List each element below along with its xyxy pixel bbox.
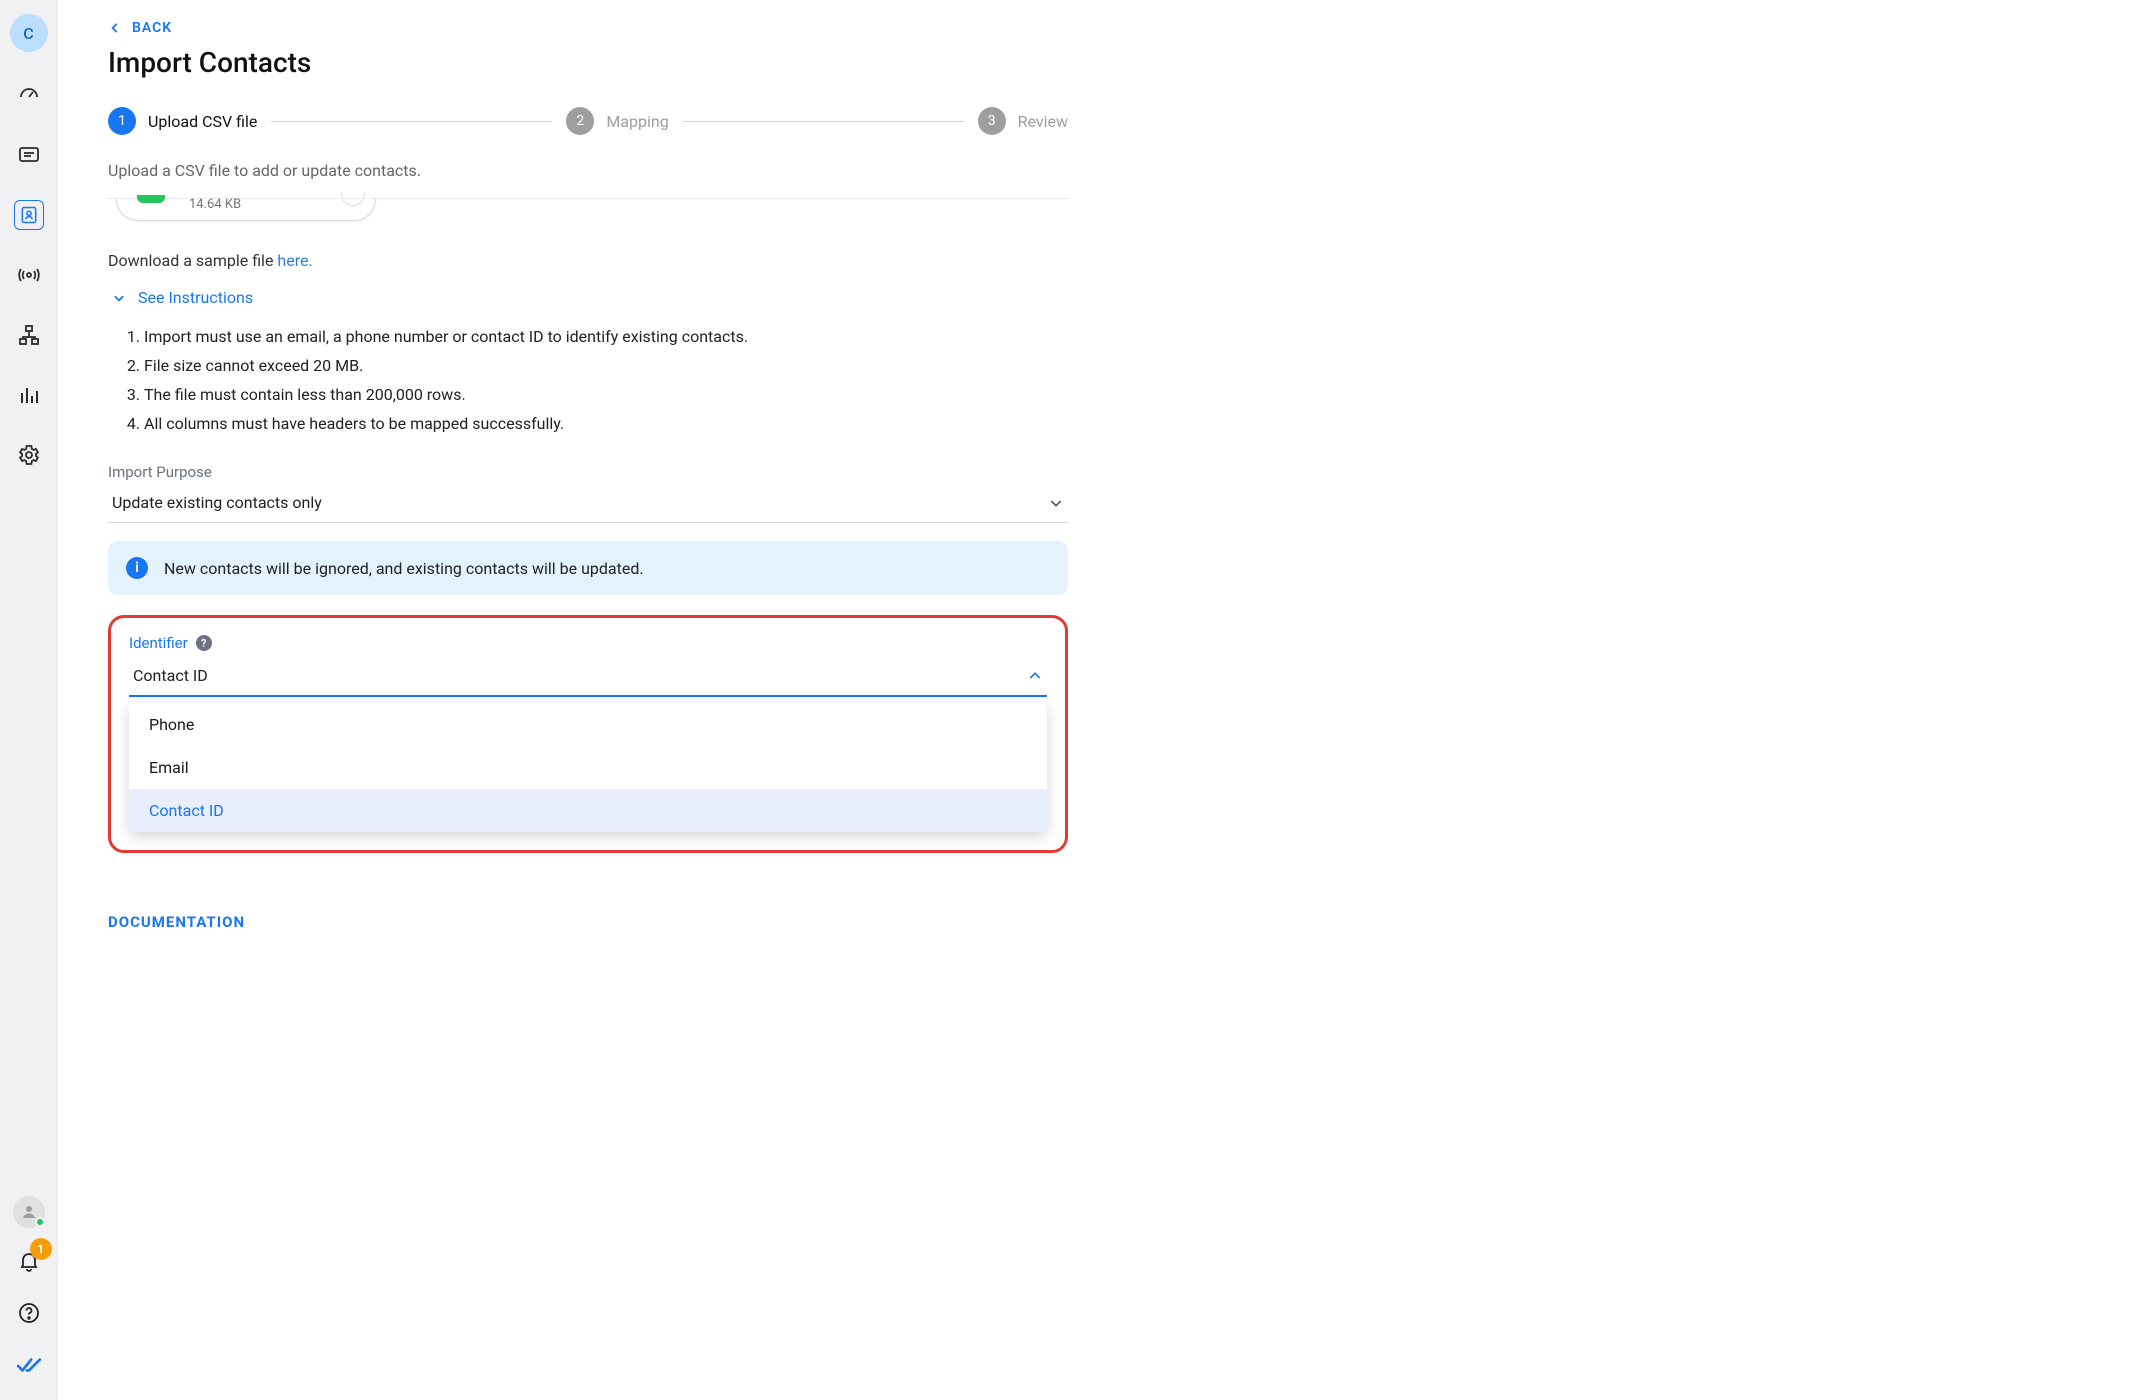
identifier-dropdown: Phone Email Contact ID — [129, 703, 1047, 832]
instruction-item: File size cannot exceed 20 MB. — [144, 356, 1068, 375]
identifier-select[interactable]: Contact ID — [129, 652, 1047, 697]
instructions-list: Import must use an email, a phone number… — [144, 327, 1068, 433]
file-type-icon — [137, 195, 165, 203]
identifier-option-email[interactable]: Email — [129, 746, 1047, 789]
help-tooltip-icon[interactable]: ? — [196, 635, 212, 651]
identifier-label-text: Identifier — [129, 634, 188, 652]
import-purpose-label: Import Purpose — [108, 463, 1068, 481]
back-label: BACK — [132, 20, 172, 36]
step-3[interactable]: 3 Review — [978, 107, 1068, 135]
gear-icon — [17, 443, 41, 467]
identifier-label: Identifier ? — [129, 634, 1047, 652]
instruction-item: Import must use an email, a phone number… — [144, 327, 1068, 346]
nav-contacts[interactable] — [14, 200, 44, 230]
nav-dashboard[interactable] — [14, 80, 44, 110]
stepper: 1 Upload CSV file 2 Mapping 3 Review — [108, 107, 1068, 135]
nav-reports[interactable] — [14, 380, 44, 410]
back-button[interactable]: BACK — [108, 20, 1068, 36]
sample-file-link[interactable]: here. — [277, 251, 312, 270]
sample-file-line: Download a sample file here. — [108, 251, 1068, 270]
chat-icon — [17, 143, 41, 167]
step-divider — [271, 121, 552, 122]
sidebar: C 1 — [0, 0, 58, 1400]
import-purpose-value: Update existing contacts only — [112, 493, 322, 512]
notification-badge: 1 — [30, 1238, 52, 1260]
page-title: Import Contacts — [108, 46, 1068, 79]
identifier-option-phone[interactable]: Phone — [129, 703, 1047, 746]
identifier-value: Contact ID — [133, 666, 208, 685]
nav-workflow[interactable] — [14, 320, 44, 350]
remove-file-button[interactable] — [341, 192, 365, 206]
contact-icon — [19, 205, 39, 225]
gauge-icon — [17, 83, 41, 107]
uploaded-file-card[interactable]: 14.64 KB — [116, 199, 376, 221]
broadcast-icon — [17, 263, 41, 287]
workflow-icon — [17, 323, 41, 347]
file-size: 14.64 KB — [189, 197, 241, 212]
step-3-label: Review — [1018, 112, 1068, 131]
nav-broadcast[interactable] — [14, 260, 44, 290]
help-button[interactable] — [14, 1298, 44, 1328]
main-content: BACK Import Contacts 1 Upload CSV file 2… — [58, 0, 2134, 1400]
instructions-toggle-label: See Instructions — [138, 288, 253, 307]
workspace-avatar[interactable]: C — [10, 14, 48, 52]
step-1-number: 1 — [108, 107, 136, 135]
step-3-number: 3 — [978, 107, 1006, 135]
bar-chart-icon — [17, 383, 41, 407]
double-check-icon — [16, 1352, 42, 1378]
chevron-down-icon — [112, 291, 126, 305]
info-banner-text: New contacts will be ignored, and existi… — [164, 559, 644, 578]
upload-description: Upload a CSV file to add or update conta… — [108, 161, 1068, 180]
sidebar-bottom: 1 — [13, 1196, 45, 1400]
info-icon: i — [126, 557, 148, 579]
step-divider — [683, 121, 964, 122]
nav-settings[interactable] — [14, 440, 44, 470]
user-avatar[interactable] — [13, 1196, 45, 1228]
step-2-label: Mapping — [606, 112, 668, 131]
chevron-left-icon — [108, 21, 122, 35]
help-icon — [17, 1301, 41, 1325]
identifier-highlight: Identifier ? Contact ID Phone Email Cont… — [108, 615, 1068, 853]
presence-indicator — [35, 1217, 45, 1227]
instruction-item: All columns must have headers to be mapp… — [144, 414, 1068, 433]
nav-messages[interactable] — [14, 140, 44, 170]
chevron-up-icon — [1027, 668, 1043, 684]
instruction-item: The file must contain less than 200,000 … — [144, 385, 1068, 404]
documentation-link[interactable]: DOCUMENTATION — [108, 913, 1068, 931]
step-1-label: Upload CSV file — [148, 112, 257, 131]
step-2-number: 2 — [566, 107, 594, 135]
identifier-option-contact-id[interactable]: Contact ID — [129, 789, 1047, 832]
import-purpose-select[interactable]: Update existing contacts only — [108, 493, 1068, 523]
instructions-toggle[interactable]: See Instructions — [112, 288, 1068, 307]
step-1[interactable]: 1 Upload CSV file — [108, 107, 257, 135]
chevron-down-icon — [1048, 495, 1064, 511]
sample-file-text: Download a sample file — [108, 251, 277, 270]
step-2[interactable]: 2 Mapping — [566, 107, 668, 135]
brand-mark[interactable] — [14, 1350, 44, 1380]
info-banner: i New contacts will be ignored, and exis… — [108, 541, 1068, 595]
notifications-button[interactable]: 1 — [14, 1246, 44, 1276]
